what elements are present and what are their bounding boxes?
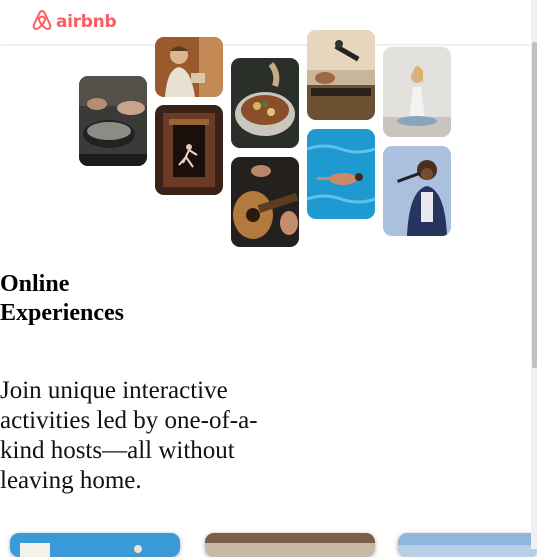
experience-card-1[interactable] <box>10 533 180 557</box>
smiling-host-photo <box>155 37 223 97</box>
food-bowl-photo <box>231 58 299 148</box>
cooking-pot-photo <box>79 76 147 166</box>
experience-card-3[interactable] <box>398 533 537 557</box>
page-title: Online Experiences <box>0 271 124 326</box>
dancer-photo <box>155 105 223 195</box>
scrollbar-thumb[interactable] <box>532 42 537 368</box>
vertical-scrollbar[interactable] <box>531 0 537 549</box>
guitar-photo <box>231 157 299 247</box>
yoga-photo <box>383 47 451 137</box>
airbnb-logo-link[interactable]: airbnb <box>31 8 117 36</box>
microphone-photo <box>307 30 375 120</box>
singer-photo <box>383 146 451 236</box>
page-description: Join unique interactive activities led b… <box>0 377 258 494</box>
airbnb-logo-icon <box>31 8 53 36</box>
swimmer-photo <box>307 129 375 219</box>
top-navigation-bar: airbnb <box>0 0 531 44</box>
airbnb-logo-text: airbnb <box>56 12 117 32</box>
experience-card-2[interactable] <box>205 533 375 557</box>
